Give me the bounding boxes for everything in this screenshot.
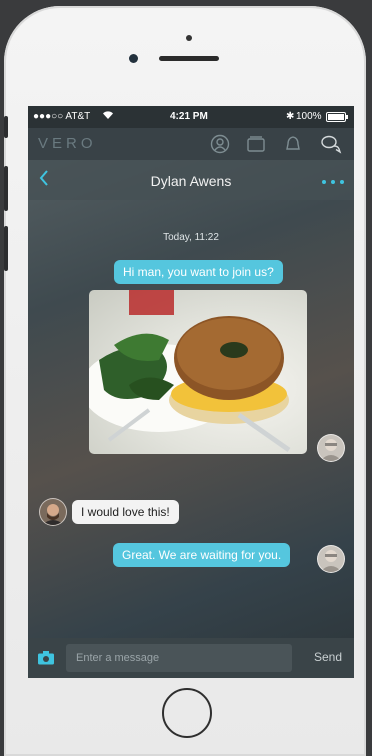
avatar-self xyxy=(317,434,345,462)
message-composer: Send xyxy=(28,638,354,678)
app-header: VERO xyxy=(28,128,354,160)
status-time: 4:21 PM xyxy=(170,111,208,122)
send-button[interactable]: Send xyxy=(314,650,342,664)
message-bubble-outgoing[interactable]: Hi man, you want to join us? xyxy=(114,260,283,284)
earpiece-speaker xyxy=(159,56,219,61)
mute-switch xyxy=(4,116,8,138)
vero-logo: VERO xyxy=(38,135,97,152)
message-bubble-incoming[interactable]: I would love this! xyxy=(72,500,179,524)
proximity-sensor xyxy=(186,35,192,41)
battery-percent: 100% xyxy=(296,111,322,122)
avatar-self xyxy=(317,545,345,573)
ellipsis-icon[interactable] xyxy=(322,180,344,184)
volume-up-button xyxy=(4,166,8,211)
bagel-photo xyxy=(89,290,291,453)
avatar-contact xyxy=(39,498,67,526)
front-camera xyxy=(129,54,138,63)
wifi-icon xyxy=(102,110,114,123)
message-photo[interactable] xyxy=(89,290,307,454)
volume-down-button xyxy=(4,226,8,271)
bluetooth-icon: ✱ xyxy=(286,111,295,122)
carrier-signal: ●●●○○ AT&T xyxy=(33,111,91,122)
message-bubble-outgoing[interactable]: Great. We are waiting for you. xyxy=(113,543,291,567)
notifications-icon[interactable] xyxy=(283,134,303,154)
camera-icon[interactable] xyxy=(37,650,55,666)
contact-name: Dylan Awens xyxy=(150,173,232,189)
phone-screen: ●●●○○ AT&T 4:21 PM ✱ 100% VERO Dylan Awe… xyxy=(28,106,354,678)
chat-icon[interactable] xyxy=(320,134,342,154)
message-input[interactable] xyxy=(66,644,292,672)
battery-icon xyxy=(326,112,348,125)
collections-icon[interactable] xyxy=(246,134,266,154)
home-button[interactable] xyxy=(162,688,212,738)
status-bar: ●●●○○ AT&T 4:21 PM ✱ 100% xyxy=(28,106,354,128)
date-separator: Today, 11:22 xyxy=(163,232,219,243)
conversation-header: Dylan Awens xyxy=(28,160,354,200)
profile-icon[interactable] xyxy=(210,134,230,154)
phone-frame: ●●●○○ AT&T 4:21 PM ✱ 100% VERO Dylan Awe… xyxy=(4,6,366,756)
